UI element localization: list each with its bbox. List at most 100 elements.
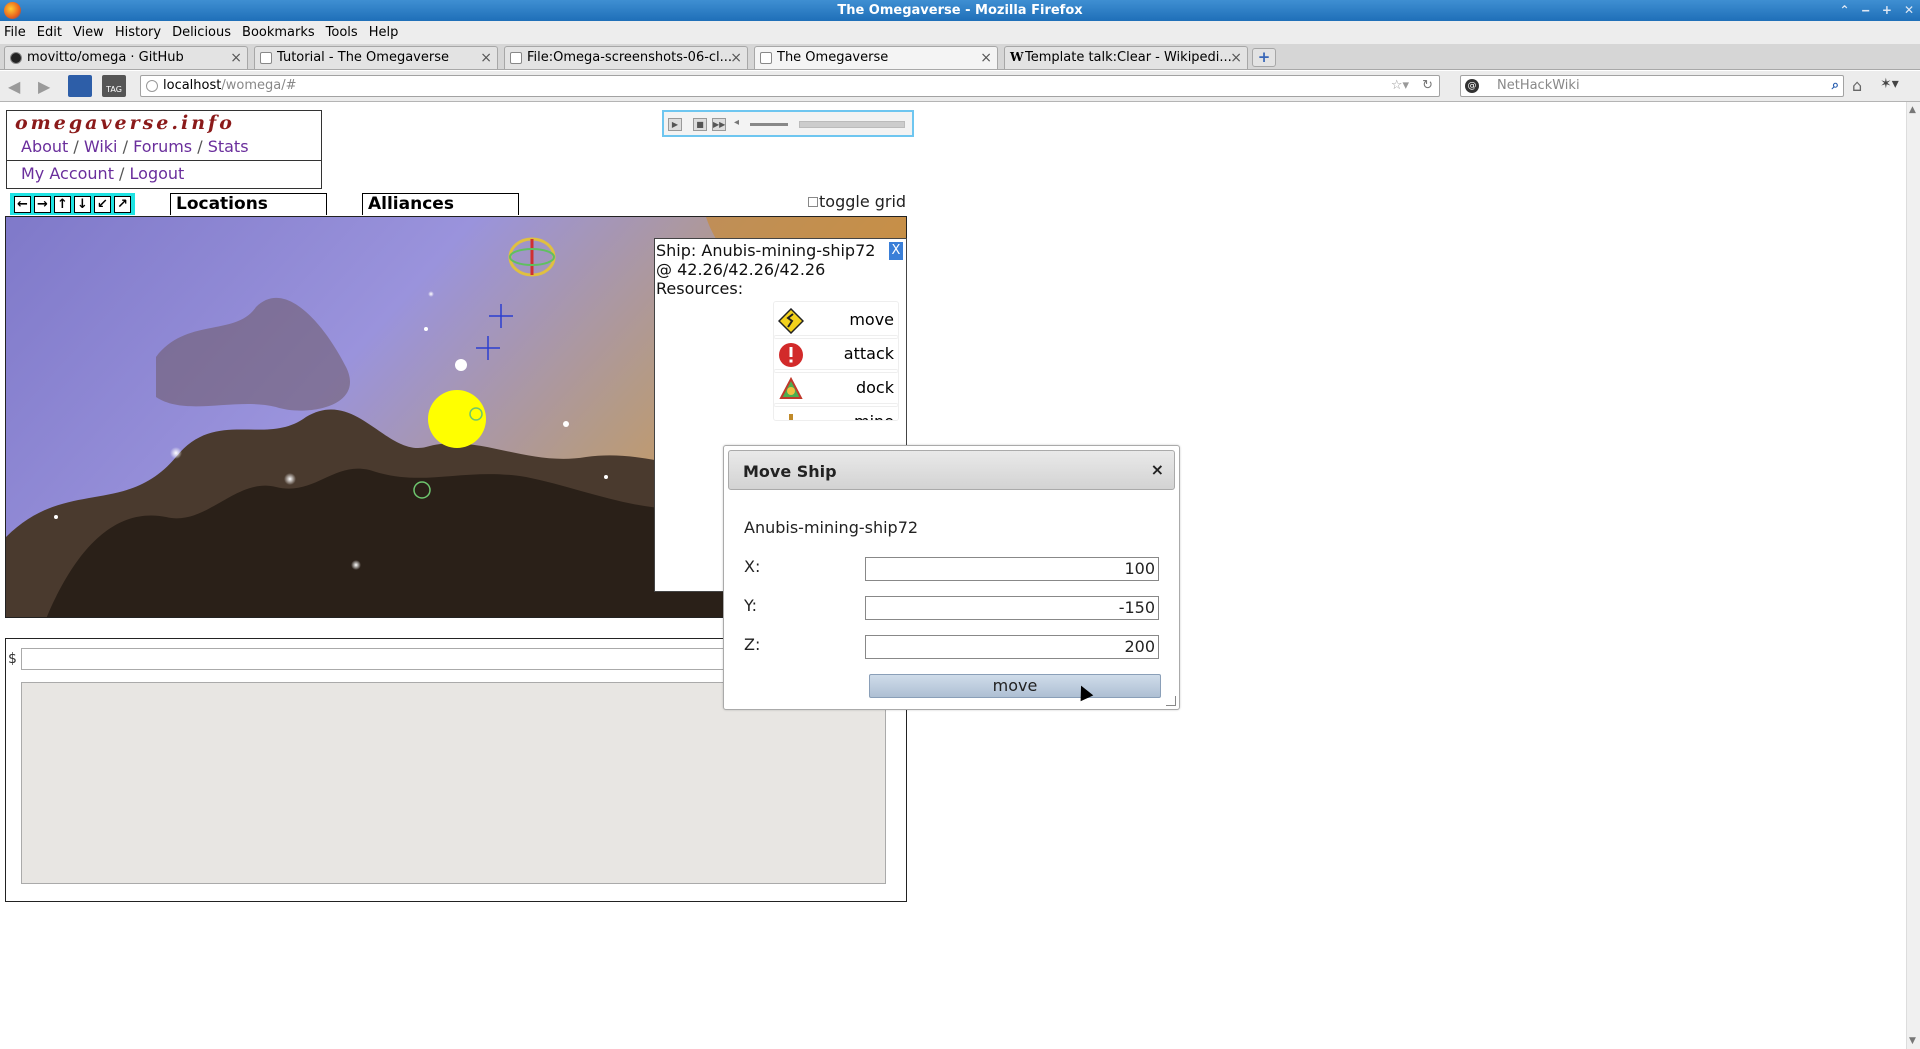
close-ship-panel-button[interactable]: X: [889, 242, 903, 260]
stop-icon[interactable]: ■: [693, 118, 707, 131]
tab-wikipedia[interactable]: W Template talk:Clear - Wikipedi... ×: [1004, 46, 1248, 69]
ship-name-line: Ship: Anubis-mining-ship72: [656, 241, 876, 260]
arrow-left-icon[interactable]: ←: [14, 195, 31, 213]
close-tab-icon[interactable]: ×: [1230, 47, 1242, 69]
dialog-titlebar[interactable]: Move Ship ×: [728, 450, 1175, 490]
menu-tools[interactable]: Tools: [326, 25, 358, 40]
window-titlebar: The Omegaverse - Mozilla Firefox ⌃ ‒ + ✕: [0, 0, 1920, 21]
page-scrollbar[interactable]: ▲ ▼: [1906, 102, 1920, 1049]
tab-label: Template talk:Clear - Wikipedi...: [1025, 50, 1232, 65]
menu-edit[interactable]: Edit: [37, 25, 62, 40]
bookmark-icon[interactable]: [68, 75, 92, 97]
back-icon[interactable]: ◀: [8, 77, 20, 96]
cmd-dock-label: dock: [855, 378, 894, 397]
scroll-up-arrow-icon[interactable]: ▲: [1909, 105, 1916, 115]
ship-info: Ship: Anubis-mining-ship72 @ 42.26/42.26…: [656, 241, 875, 298]
logout-link[interactable]: Logout: [130, 164, 185, 183]
close-window-icon[interactable]: ✕: [1904, 0, 1914, 21]
rotate-right-icon[interactable]: ↗: [114, 195, 131, 213]
mine-icon: [789, 414, 793, 420]
next-icon[interactable]: ▶▶: [712, 118, 726, 131]
ship-coords-line: @ 42.26/42.26/42.26: [656, 260, 826, 279]
close-tab-icon[interactable]: ×: [730, 47, 742, 69]
arrow-right-icon[interactable]: →: [34, 195, 51, 213]
toggle-grid-label: toggle grid: [819, 192, 907, 211]
rotate-left-icon[interactable]: ↙: [94, 195, 111, 213]
tab-omegaverse[interactable]: The Omegaverse ×: [754, 46, 998, 69]
tab-label: File:Omega-screenshots-06-cl...: [527, 50, 733, 65]
z-input[interactable]: 200: [865, 635, 1159, 659]
track-progress[interactable]: [799, 121, 905, 128]
menu-bar: File Edit View History Delicious Bookmar…: [0, 21, 1920, 44]
close-icon[interactable]: ×: [1151, 460, 1164, 479]
search-bar[interactable]: @ NetHackWiki ⌕: [1460, 75, 1844, 97]
arrow-down-icon[interactable]: ↓: [74, 195, 91, 213]
asteroid-icon[interactable]: [455, 359, 467, 371]
toggle-grid-checkbox[interactable]: [808, 197, 818, 207]
cmd-attack-label: attack: [843, 344, 894, 363]
dialog-title: Move Ship: [743, 462, 837, 481]
home-icon[interactable]: ⌂: [1852, 76, 1862, 95]
window-title: The Omegaverse - Mozilla Firefox: [837, 3, 1083, 18]
z-label: Z:: [744, 635, 761, 654]
about-link[interactable]: About: [21, 137, 68, 156]
tab-label: movitto/omega · GitHub: [27, 50, 184, 65]
star-icon[interactable]: [428, 390, 486, 448]
attack-icon: [779, 343, 803, 367]
tab-file[interactable]: File:Omega-screenshots-06-cl... ×: [504, 46, 748, 69]
new-tab-button[interactable]: +: [1252, 48, 1276, 67]
toggle-grid-control[interactable]: toggle grid: [808, 192, 906, 211]
divider: [7, 160, 321, 161]
locations-tab[interactable]: Locations: [170, 193, 327, 215]
menu-history[interactable]: History: [115, 25, 161, 40]
cmd-mine[interactable]: mine: [773, 403, 899, 421]
account-nav: My Account / Logout: [21, 164, 185, 183]
nav-bar: ◀ ▶ TAG localhost/womega/# ☆▾ ↻ @ NetHac…: [0, 71, 1920, 102]
site-identity-icon[interactable]: [146, 80, 158, 92]
tab-github[interactable]: movitto/omega · GitHub ×: [4, 46, 248, 69]
alliances-tab[interactable]: Alliances: [362, 193, 519, 215]
firefox-icon: [4, 2, 21, 19]
extension-icon[interactable]: ✶▾: [1880, 76, 1899, 92]
forward-icon[interactable]: ▶: [38, 77, 50, 96]
window-controls: ⌃ ‒ + ✕: [1839, 0, 1914, 21]
console-output[interactable]: [21, 682, 886, 884]
menu-bookmarks[interactable]: Bookmarks: [242, 25, 315, 40]
close-tab-icon[interactable]: ×: [980, 47, 992, 69]
maximize-icon[interactable]: +: [1882, 0, 1892, 21]
volume-slider[interactable]: [750, 123, 788, 126]
search-icon[interactable]: ⌕: [1832, 76, 1839, 96]
close-tab-icon[interactable]: ×: [230, 47, 242, 69]
move-button[interactable]: move: [869, 674, 1161, 698]
github-icon: [10, 52, 22, 64]
y-input[interactable]: -150: [865, 596, 1159, 620]
tag-icon[interactable]: TAG: [102, 75, 126, 97]
cmd-move[interactable]: move: [773, 301, 899, 339]
my-account-link[interactable]: My Account: [21, 164, 114, 183]
bookmark-star-icon[interactable]: ☆▾: [1391, 76, 1409, 96]
scroll-up-icon[interactable]: ⌃: [1839, 0, 1849, 21]
tab-tutorial[interactable]: Tutorial - The Omegaverse ×: [254, 46, 498, 69]
scroll-down-arrow-icon[interactable]: ▼: [1909, 1036, 1916, 1046]
search-engine-icon[interactable]: @: [1465, 79, 1479, 93]
reload-icon[interactable]: ↻: [1422, 76, 1433, 96]
cmd-attack[interactable]: attack: [773, 335, 899, 373]
wiki-link[interactable]: Wiki: [84, 137, 118, 156]
menu-view[interactable]: View: [73, 25, 104, 40]
arrow-up-icon[interactable]: ↑: [54, 195, 71, 213]
menu-delicious[interactable]: Delicious: [172, 25, 231, 40]
cmd-dock[interactable]: dock: [773, 369, 899, 407]
play-icon[interactable]: ▶: [668, 118, 682, 131]
menu-help[interactable]: Help: [369, 25, 399, 40]
page-icon: [760, 52, 772, 64]
forums-link[interactable]: Forums: [133, 137, 192, 156]
resize-grip-icon[interactable]: [1166, 696, 1176, 706]
x-input[interactable]: 100: [865, 557, 1159, 581]
url-bar[interactable]: localhost/womega/# ☆▾ ↻: [140, 75, 1440, 97]
dialog-ship-name: Anubis-mining-ship72: [744, 518, 919, 537]
stats-link[interactable]: Stats: [208, 137, 249, 156]
close-tab-icon[interactable]: ×: [480, 47, 492, 69]
menu-file[interactable]: File: [4, 25, 26, 40]
minimize-icon[interactable]: ‒: [1862, 0, 1870, 21]
tab-bar: movitto/omega · GitHub × Tutorial - The …: [0, 44, 1920, 70]
